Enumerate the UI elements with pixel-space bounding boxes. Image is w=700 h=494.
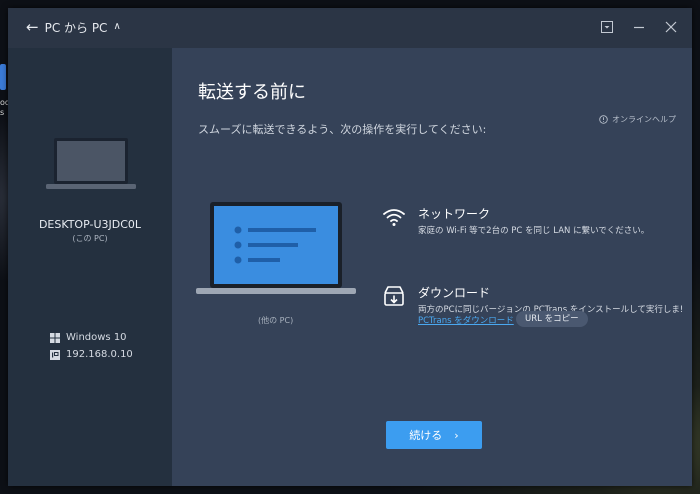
app-window: ← PC から PC ∧ DESKTOP-U3JDC0L (この PC) Win… — [8, 8, 692, 486]
network-description: 家庭の Wi-Fi 等で2台の PC を同じ LAN に繋いでください。 — [418, 226, 650, 236]
dropdown-icon[interactable] — [598, 18, 616, 36]
laptop-icon — [46, 138, 136, 189]
back-arrow-icon: ← — [26, 18, 39, 36]
ip-icon — [50, 349, 60, 360]
back-button[interactable]: ← PC から PC ∧ — [26, 19, 121, 36]
wifi-icon — [383, 209, 405, 226]
minimize-icon[interactable] — [630, 18, 648, 36]
pc-name: DESKTOP-U3JDC0L — [38, 218, 142, 231]
ip-label: 192.168.0.10 — [66, 349, 133, 360]
os-info: Windows 10 — [50, 332, 127, 343]
windows-logo-icon — [50, 332, 60, 343]
page-subtitle: スムーズに転送できるよう、次の操作を実行してください: — [198, 123, 487, 136]
chevron-right-icon: › — [454, 428, 459, 442]
copy-url-button[interactable]: URL をコピー — [516, 311, 588, 327]
other-pc-laptop-icon — [196, 202, 356, 294]
help-icon — [599, 115, 608, 124]
os-label: Windows 10 — [66, 332, 127, 343]
download-box-icon — [384, 286, 404, 306]
nav-title: PC から PC — [44, 21, 108, 35]
this-pc-panel: DESKTOP-U3JDC0L (この PC) Windows 10 192.1… — [8, 48, 172, 486]
continue-label: 続ける — [409, 429, 443, 442]
page-title: 転送する前に — [198, 82, 306, 103]
download-title: ダウンロード — [418, 286, 491, 300]
ip-info: 192.168.0.10 — [50, 349, 133, 360]
desktop-shortcut-icon[interactable] — [0, 64, 6, 90]
download-pctrans-link[interactable]: PCTrans をダウンロード — [418, 314, 514, 326]
main-panel: 転送する前に スムーズに転送できるよう、次の操作を実行してください: オンライン… — [172, 48, 692, 486]
close-icon[interactable] — [662, 18, 680, 36]
online-help-label: オンラインヘルプ — [612, 115, 676, 124]
continue-button[interactable]: 続ける › — [386, 421, 482, 449]
network-title: ネットワーク — [418, 207, 491, 221]
online-help-link[interactable]: オンラインヘルプ — [599, 114, 676, 125]
other-pc-label: (他の PC) — [258, 316, 294, 325]
pc-subtitle: (この PC) — [72, 234, 108, 243]
chevron-up-icon: ∧ — [113, 21, 121, 32]
titlebar: ← PC から PC ∧ — [8, 8, 692, 48]
